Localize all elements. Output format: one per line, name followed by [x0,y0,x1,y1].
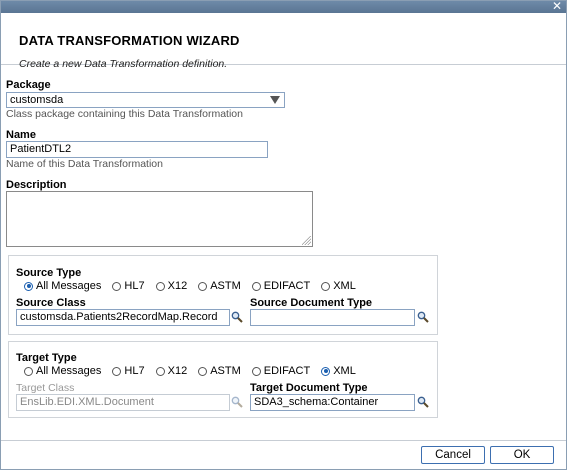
page-subtitle: Create a new Data Transformation definit… [19,58,228,70]
package-value: customsda [10,94,64,106]
source-radio-hl7[interactable]: HL7 [112,280,145,292]
page-title: DATA TRANSFORMATION WIZARD [19,33,240,48]
source-class-label: Source Class [16,297,86,309]
radio-icon[interactable] [321,281,331,291]
source-radio-x12[interactable]: X12 [155,280,187,292]
ok-button[interactable]: OK [490,446,554,464]
radio-icon[interactable] [155,281,165,291]
source-radio-edifact[interactable]: EDIFACT [251,280,310,292]
wizard-dialog: ✕ DATA TRANSFORMATION WIZARD Create a ne… [0,0,567,470]
source-doc-type-label: Source Document Type [250,297,373,309]
radio-icon[interactable] [112,366,122,376]
target-type-label: Target Type [16,352,77,364]
magnifier-icon[interactable] [231,311,243,323]
target-radio-xml[interactable]: XML [321,365,356,377]
magnifier-icon[interactable] [417,396,429,408]
target-radio-edifact[interactable]: EDIFACT [251,365,310,377]
target-doc-type-input[interactable]: SDA3_schema:Container [250,394,415,411]
radio-selected-icon[interactable] [24,281,33,291]
target-radio-all-messages[interactable]: All Messages [24,365,101,377]
dialog-footer: Cancel OK [1,440,566,469]
target-group: Target Type All Messages HL7 X12 ASTM ED… [8,341,438,418]
source-radio-xml[interactable]: XML [321,280,356,292]
target-doc-type-label: Target Document Type [250,382,368,394]
name-hint: Name of this Data Transformation [6,158,163,170]
target-type-radios: All Messages HL7 X12 ASTM EDIFACT XML [24,365,367,377]
source-class-input[interactable]: customsda.Patients2RecordMap.Record [16,309,230,326]
target-radio-astm[interactable]: ASTM [198,365,241,377]
package-select[interactable]: customsda [6,92,285,108]
target-radio-x12[interactable]: X12 [155,365,187,377]
package-label: Package [6,79,51,91]
magnifier-icon [231,396,243,408]
target-radio-hl7[interactable]: HL7 [112,365,145,377]
window-titlebar: ✕ [1,1,566,13]
description-textarea[interactable] [6,191,313,247]
target-class-label: Target Class [16,382,75,394]
dialog-header: DATA TRANSFORMATION WIZARD Create a new … [1,13,566,70]
close-icon[interactable]: ✕ [552,1,562,13]
radio-icon[interactable] [198,281,208,291]
name-value: PatientDTL2 [10,143,72,155]
radio-icon[interactable] [155,366,165,376]
radio-selected-icon[interactable] [321,366,331,376]
package-hint: Class package containing this Data Trans… [6,108,243,120]
source-type-label: Source Type [16,267,82,279]
target-class-input: EnsLib.EDI.XML.Document [16,394,230,411]
name-label: Name [6,129,36,141]
resize-grip-icon[interactable] [302,236,311,245]
radio-icon[interactable] [112,281,122,291]
radio-icon[interactable] [251,281,261,291]
radio-icon[interactable] [24,366,33,376]
source-type-radios: All Messages HL7 X12 ASTM EDIFACT XML [24,280,367,292]
source-group: Source Type All Messages HL7 X12 ASTM ED… [8,255,438,335]
radio-icon[interactable] [251,366,261,376]
magnifier-icon[interactable] [417,311,429,323]
source-radio-all-messages[interactable]: All Messages [24,280,101,292]
name-input[interactable]: PatientDTL2 [6,141,268,158]
radio-icon[interactable] [198,366,208,376]
description-label: Description [6,179,67,191]
triangle-down-icon[interactable] [270,96,280,104]
source-radio-astm[interactable]: ASTM [198,280,241,292]
source-doc-type-input[interactable] [250,309,415,326]
cancel-button[interactable]: Cancel [421,446,485,464]
